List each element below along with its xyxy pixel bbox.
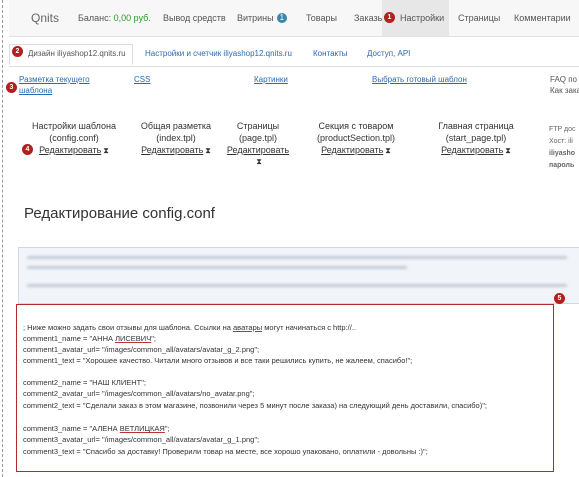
edit-product-section-link[interactable]: Редактировать [321, 145, 383, 155]
link-current-template-markup-line2: шаблона [19, 86, 53, 95]
template-col-config: Настройки шаблона (config.conf) Редактир… [20, 120, 128, 157]
template-col-product-section: Секция с товаром (productSection.tpl) Ре… [298, 120, 414, 157]
code-line: ; Ниже можно задать свои отзывы для шабл… [23, 323, 356, 332]
ftp-line: пароль [549, 162, 575, 169]
nav-comments[interactable]: Комментарии [514, 0, 571, 36]
balance-value: 0,00 руб. [113, 13, 151, 23]
template-col-title: Настройки шаблона [32, 121, 116, 131]
tab-contacts[interactable]: Контакты [313, 49, 348, 58]
template-col-start-page: Главная страница (start_page.tpl) Редакт… [420, 120, 532, 157]
config-code-editor[interactable]: ; Ниже можно задать свои отзывы для шабл… [16, 304, 554, 472]
edit-index-link[interactable]: Редактировать [141, 145, 203, 155]
link-css[interactable]: CSS [134, 74, 150, 85]
link-current-template-markup[interactable]: Разметка текущего шаблона [19, 74, 90, 96]
page-title: Редактирование config.conf [24, 205, 215, 222]
annotation-marker-2: 2 [12, 46, 23, 57]
nav-settings-label: Настройки [400, 13, 445, 23]
nav-pages[interactable]: Страницы [458, 0, 500, 36]
template-col-title: Секция с товаром [318, 121, 394, 131]
annotation-marker-1: 1 [384, 12, 395, 23]
template-col-file: (start_page.tpl) [445, 133, 507, 143]
template-col-file: (index.tpl) [156, 133, 196, 143]
hourglass-icon: ⧗ [505, 146, 511, 155]
blurred-line [27, 266, 407, 269]
tab-design[interactable]: Дизайн iliyashop12.qnits.ru [9, 44, 133, 65]
hourglass-icon: ⧗ [256, 157, 262, 166]
annotation-marker-3: 3 [6, 82, 17, 93]
code-line: comment3_avatar_url= "/images/common_all… [23, 435, 260, 444]
showcases-count-badge: 1 [276, 13, 288, 23]
tab-design-label: Дизайн iliyashop12.qnits.ru [28, 49, 126, 58]
hourglass-icon: ⧗ [385, 146, 391, 155]
ftp-line: iliyasho [549, 150, 576, 157]
code-line: comment1_text = "Хорошее качество. Читал… [23, 356, 413, 365]
edit-config-link[interactable]: Редактировать [39, 145, 101, 155]
nav-goods[interactable]: Товары [306, 0, 337, 36]
top-navbar: Qnits Баланс: 0,00 руб. Вывод средств Ви… [9, 0, 579, 37]
code-line: comment2_avatar_url= "/images/common_all… [23, 389, 255, 398]
faq-subtitle: Как зака [550, 86, 579, 95]
tab-access-api[interactable]: Доступ, API [367, 49, 410, 58]
hourglass-icon: ⧗ [103, 146, 109, 155]
faq-snippet: FAQ по Как зака [550, 74, 579, 96]
code-line: comment2_text = "Сделали заказ в этом ма… [23, 401, 487, 410]
nav-orders[interactable]: Заказы [354, 0, 384, 36]
template-col-title: Страницы [236, 121, 280, 131]
ftp-line: Хост: ili [549, 138, 573, 145]
edit-page-link[interactable]: Редактировать [227, 145, 289, 155]
link-current-template-markup-line1: Разметка текущего [19, 75, 90, 84]
blurred-info-box [18, 247, 579, 304]
template-col-file: (page.tpl) [238, 133, 278, 143]
template-col-file: (productSection.tpl) [316, 133, 396, 143]
annotation-marker-4: 4 [22, 144, 33, 155]
template-col-title: Общая разметка [140, 121, 212, 131]
template-col-index: Общая разметка (index.tpl) Редактировать… [128, 120, 224, 157]
hourglass-icon: ⧗ [205, 146, 211, 155]
link-images[interactable]: Картинки [254, 74, 288, 85]
template-col-file: (config.conf) [49, 133, 99, 143]
template-col-title: Главная страница [438, 121, 514, 131]
brand-logo[interactable]: Qnits [31, 0, 59, 36]
annotation-marker-5: 5 [554, 293, 565, 304]
code-line: comment3_name = "АЛЕНА ВЕТЛИЦКАЯ"; [23, 424, 170, 433]
code-line: comment1_avatar_url= "/images/common_all… [23, 345, 260, 354]
link-choose-template[interactable]: Выбрать готовый шаблон [372, 74, 467, 85]
blurred-line [27, 284, 567, 287]
code-line: comment1_name = "АННА ЛИСЕВИЧ"; [23, 334, 156, 343]
balance: Баланс: 0,00 руб. [78, 0, 151, 36]
ftp-info-snippet: FTP дос Хост: ili iliyasho пароль [549, 124, 576, 172]
template-col-page: Страницы (page.tpl) Редактировать ⧗ [218, 120, 298, 168]
nav-withdraw[interactable]: Вывод средств [163, 0, 226, 36]
left-dashed-guide [2, 0, 3, 477]
tab-settings-counters[interactable]: Настройки и счетчик iliyashop12.qnits.ru [145, 49, 292, 58]
balance-label: Баланс: [78, 13, 112, 23]
nav-showcases-label: Витрины [237, 13, 274, 23]
code-line: comment3_text = "Спасибо за доставку! Пр… [23, 447, 428, 456]
code-line: comment2_name = "НАШ КЛИЕНТ"; [23, 378, 146, 387]
tabs-underline [9, 66, 579, 67]
faq-title: FAQ по [550, 75, 578, 84]
edit-start-page-link[interactable]: Редактировать [441, 145, 503, 155]
ftp-line: FTP дос [549, 126, 576, 133]
blurred-line [27, 256, 567, 259]
nav-showcases[interactable]: Витрины 1 [237, 0, 288, 36]
